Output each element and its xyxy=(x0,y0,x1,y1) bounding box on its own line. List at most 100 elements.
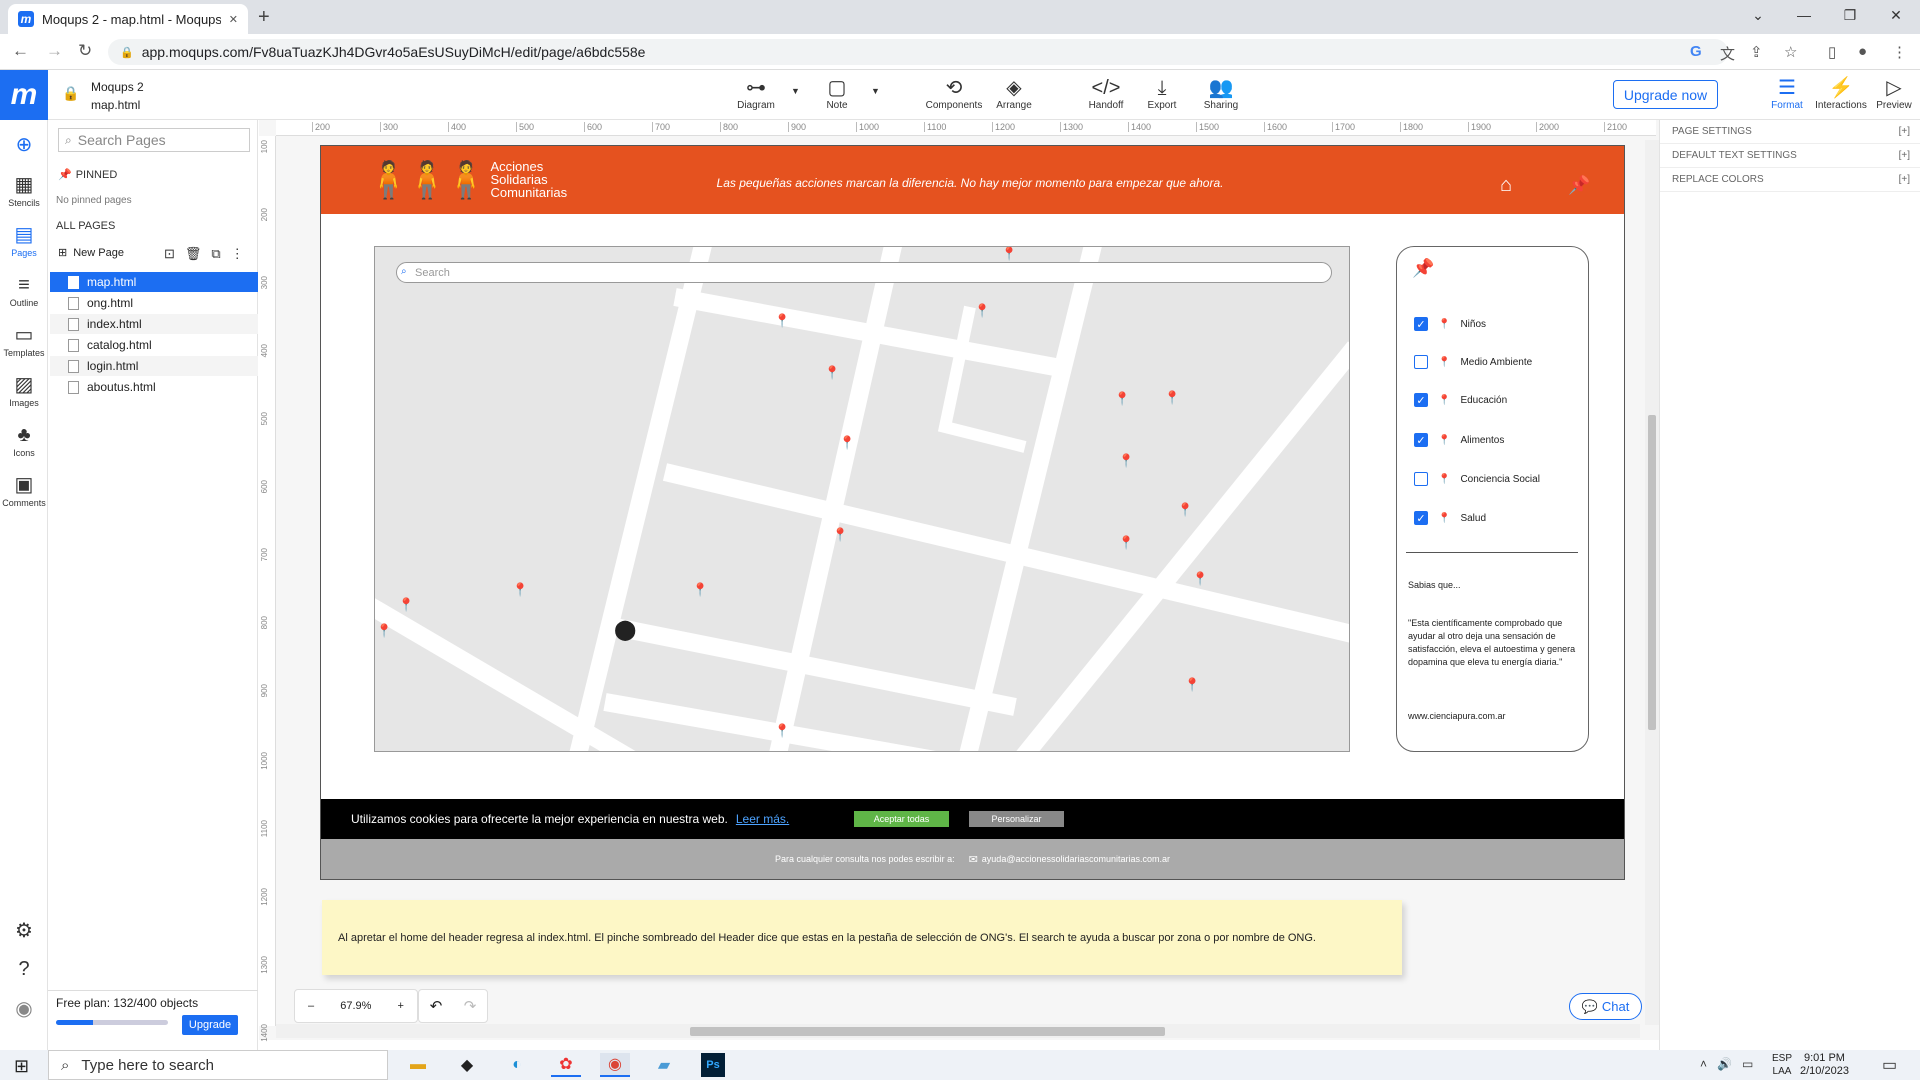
minimize-icon[interactable]: — xyxy=(1781,4,1827,26)
accept-cookies-button[interactable]: Aceptar todas xyxy=(854,811,949,827)
edge-icon[interactable]: ◐ xyxy=(502,1053,532,1077)
replace-colors-section[interactable]: REPLACE COLORS [+] xyxy=(1660,168,1920,192)
rail-templates[interactable]: ▭ Templates xyxy=(0,322,48,358)
checkbox[interactable]: ✓ xyxy=(1414,433,1428,447)
forward-icon[interactable]: → xyxy=(46,41,63,61)
duplicate-icon[interactable]: ⧉ xyxy=(211,246,220,262)
zoom-in-button[interactable]: + xyxy=(398,1000,404,1012)
page-settings-section[interactable]: PAGE SETTINGS [+] xyxy=(1660,120,1920,144)
filter-ninos[interactable]: ✓ 📍 Niños xyxy=(1414,315,1486,333)
share-icon[interactable]: ⇪ xyxy=(1750,43,1763,61)
taskbar-clock[interactable]: 9:01 PM 2/10/2023 xyxy=(1800,1052,1849,1078)
dropbox-icon[interactable]: ◆ xyxy=(452,1053,482,1077)
new-folder-icon[interactable]: ⊡ xyxy=(164,246,175,262)
app-icon[interactable]: ▰ xyxy=(649,1053,679,1077)
footer-email[interactable]: ayuda@accionessolidariascomunitarias.com… xyxy=(982,854,1170,864)
rail-outline[interactable]: ≡ Outline xyxy=(0,272,48,308)
redo-icon[interactable]: ↷ xyxy=(464,997,477,1015)
customize-cookies-button[interactable]: Personalizar xyxy=(969,811,1064,827)
notifications-icon[interactable]: ▭ xyxy=(1882,1055,1897,1075)
browser-tab[interactable]: m Moqups 2 - map.html - Moqups ✕ xyxy=(8,4,248,34)
window-close-icon[interactable]: ✕ xyxy=(1873,4,1919,26)
site-info-icon[interactable]: 🔒 xyxy=(120,46,134,59)
interactions-tab[interactable]: ⚡ Interactions xyxy=(1813,76,1869,111)
checkbox[interactable]: ✓ xyxy=(1414,511,1428,525)
handoff-button[interactable]: </> Handoff xyxy=(1076,76,1136,111)
note-button[interactable]: ▢ Note xyxy=(807,76,867,111)
zoom-out-button[interactable]: – xyxy=(308,1000,314,1012)
arrange-button[interactable]: ◈ Arrange xyxy=(984,76,1044,111)
rail-stencils[interactable]: ▦ Stencils xyxy=(0,172,48,208)
sharing-button[interactable]: 👥 Sharing xyxy=(1191,76,1251,111)
vertical-scroll-thumb[interactable] xyxy=(1648,415,1656,730)
profile-avatar-icon[interactable]: ● xyxy=(1858,43,1867,60)
filter-salud[interactable]: ✓ 📍 Salud xyxy=(1414,509,1486,527)
checkbox[interactable]: ✓ xyxy=(1414,317,1428,331)
page-item-map[interactable]: map.html xyxy=(50,272,258,292)
more-options-icon[interactable]: ⋮ xyxy=(231,246,244,262)
filter-alimentos[interactable]: ✓ 📍 Alimentos xyxy=(1414,431,1504,449)
translate-icon[interactable]: 文 xyxy=(1720,43,1735,64)
zoom-level[interactable]: 67.9% xyxy=(340,1000,371,1012)
expand-icon[interactable]: [+] xyxy=(1899,174,1910,185)
windows-start-icon[interactable]: ⊞ xyxy=(14,1056,29,1077)
moqups-logo[interactable]: m xyxy=(0,70,48,120)
rail-icons[interactable]: ♣ Icons xyxy=(0,422,48,458)
restore-icon[interactable]: ❐ xyxy=(1827,4,1873,26)
settings-button[interactable]: ⚙ xyxy=(0,918,48,944)
upgrade-now-button[interactable]: Upgrade now xyxy=(1613,80,1718,109)
diagram-dropdown-caret-icon[interactable]: ▼ xyxy=(791,86,800,96)
cookie-read-more-link[interactable]: Leer más. xyxy=(736,812,789,826)
page-item-login[interactable]: login.html xyxy=(50,356,258,376)
browser-menu-icon[interactable]: ⋮ xyxy=(1892,43,1907,61)
expand-icon[interactable]: [+] xyxy=(1899,150,1910,161)
search-pages-input[interactable]: ⌕ Search Pages xyxy=(58,128,250,152)
format-tab[interactable]: ☰ Format xyxy=(1759,76,1815,111)
trash-icon[interactable]: 🗑 xyxy=(185,246,202,262)
sabias-link[interactable]: www.cienciapura.com.ar xyxy=(1408,711,1506,721)
help-button[interactable]: ? xyxy=(0,956,48,982)
page-item-catalog[interactable]: catalog.html xyxy=(50,335,258,355)
map[interactable]: 📍 xyxy=(374,246,1350,752)
diagram-button[interactable]: ⊶ Diagram xyxy=(726,76,786,111)
filter-educacion[interactable]: ✓ 📍 Educación xyxy=(1414,391,1507,409)
sticky-note[interactable]: Al apretar el home del header regresa al… xyxy=(322,900,1402,975)
page-item-index[interactable]: index.html xyxy=(50,314,258,334)
tab-search-icon[interactable]: ⌄ xyxy=(1735,4,1781,26)
note-dropdown-caret-icon[interactable]: ▼ xyxy=(871,86,880,96)
file-explorer-icon[interactable]: ▬ xyxy=(403,1053,433,1077)
checkbox[interactable] xyxy=(1414,355,1428,369)
new-page-button[interactable]: ⊞ New Page xyxy=(58,246,124,260)
map-pin-icon[interactable]: 📍 xyxy=(1001,247,1017,260)
google-icon[interactable]: G xyxy=(1690,43,1702,60)
expand-icon[interactable]: [+] xyxy=(1899,126,1910,137)
preview-tab[interactable]: ▷ Preview xyxy=(1866,76,1920,111)
map-search-input[interactable]: Search xyxy=(396,262,1332,283)
chevron-up-icon[interactable]: ˄ xyxy=(1700,1057,1707,1071)
default-text-settings-section[interactable]: DEFAULT TEXT SETTINGS [+] xyxy=(1660,144,1920,168)
url-field[interactable]: 🔒 app.moqups.com/Fv8uaTuazKJh4DGvr4o5aEs… xyxy=(108,39,1728,65)
components-button[interactable]: ⟲ Components xyxy=(924,76,984,111)
taskbar-search-input[interactable]: ⌕ Type here to search xyxy=(48,1050,388,1080)
project-title[interactable]: Moqups 2 map.html xyxy=(91,78,144,114)
filter-conciencia-social[interactable]: 📍 Conciencia Social xyxy=(1414,470,1540,488)
rail-comments[interactable]: ▣ Comments xyxy=(0,472,48,508)
back-icon[interactable]: ← xyxy=(12,41,29,61)
tab-close-icon[interactable]: ✕ xyxy=(229,13,238,26)
home-icon[interactable]: ⌂ xyxy=(1500,174,1512,197)
horizontal-scroll-thumb[interactable] xyxy=(690,1027,1165,1036)
header-pin-icon[interactable]: 📌 xyxy=(1568,175,1590,196)
undo-icon[interactable]: ↶ xyxy=(430,997,443,1015)
rail-pages[interactable]: ▤ Pages xyxy=(0,222,48,258)
photoshop-icon[interactable]: Ps xyxy=(701,1053,725,1077)
add-button[interactable]: ⊕ xyxy=(0,132,48,158)
chat-button[interactable]: 💬 Chat xyxy=(1569,993,1642,1020)
paint-app-icon[interactable]: ✿ xyxy=(551,1053,581,1077)
side-panel-icon[interactable]: ▯ xyxy=(1828,43,1836,61)
checkbox[interactable]: ✓ xyxy=(1414,393,1428,407)
page-item-ong[interactable]: ong.html xyxy=(50,293,258,313)
rail-images[interactable]: ▨ Images xyxy=(0,372,48,408)
page-item-aboutus[interactable]: aboutus.html xyxy=(50,377,258,397)
chrome-icon[interactable]: ◉ xyxy=(600,1053,630,1077)
upgrade-small-button[interactable]: Upgrade xyxy=(182,1015,238,1035)
